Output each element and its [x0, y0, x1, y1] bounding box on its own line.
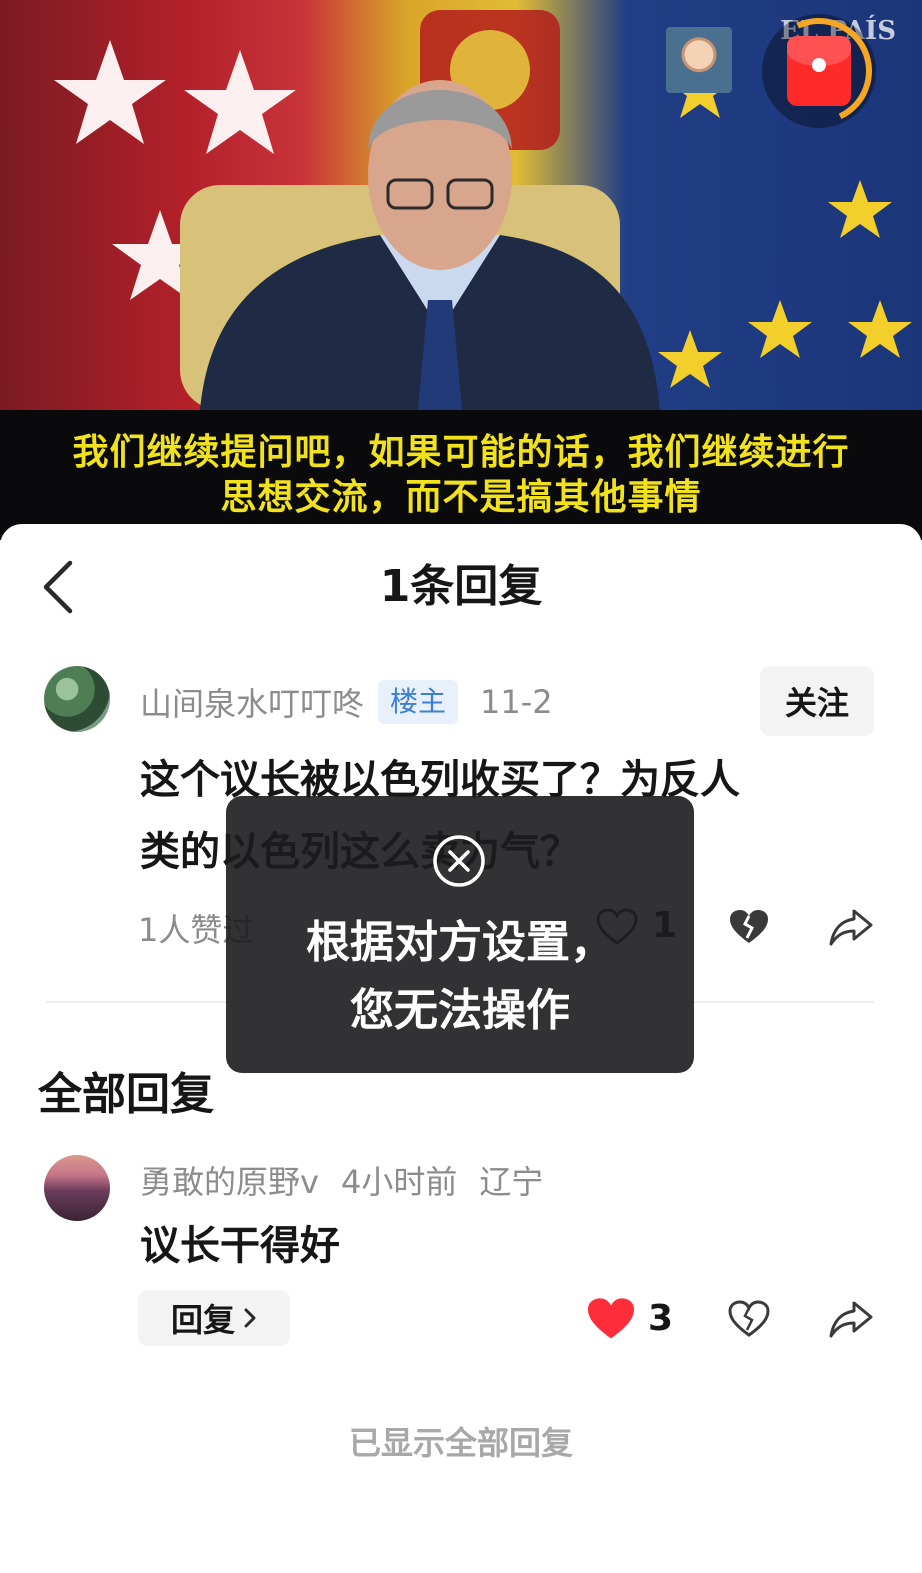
subtitle-line-2: 思想交流，而不是搞其他事情 — [220, 477, 702, 518]
reply-time: 4小时前 — [340, 1163, 458, 1201]
reply-button[interactable]: 回复 — [138, 1290, 290, 1346]
avatar[interactable] — [44, 1155, 110, 1221]
chevron-right-icon — [244, 1308, 256, 1328]
dislike-button[interactable] — [726, 904, 772, 950]
creator-mini-avatar[interactable] — [666, 27, 732, 93]
all-replies-shown-note: 已显示全部回复 — [348, 1424, 573, 1462]
broken-heart-outline-icon — [728, 1300, 770, 1337]
share-arrow-icon — [829, 1301, 873, 1338]
comment-meta: 山间泉水叮叮咚 楼主 11-2 — [140, 680, 553, 724]
follow-button[interactable]: 关注 — [760, 666, 874, 736]
reply-text[interactable]: 议长干得好 — [140, 1210, 880, 1282]
heart-filled-icon — [588, 1298, 634, 1339]
video-player[interactable]: 我们继续提问吧，如果可能的话，我们继续进行 思想交流，而不是搞其他事情 EL P… — [0, 0, 922, 540]
toast-line-1: 根据对方设置， — [306, 917, 614, 968]
page-title: 1条回复 — [379, 561, 543, 612]
like-button[interactable] — [584, 1294, 638, 1344]
username[interactable]: 山间泉水叮叮咚 — [140, 679, 364, 725]
red-packet-button[interactable] — [751, 3, 887, 139]
dislike-button[interactable] — [726, 1296, 772, 1342]
broken-heart-icon — [730, 910, 768, 943]
op-badge: 楼主 — [378, 680, 459, 724]
avatar[interactable] — [44, 666, 110, 732]
toast-message: 根据对方设置， 您无法操作 — [226, 796, 694, 1073]
share-button[interactable] — [826, 1296, 876, 1342]
username[interactable]: 勇敢的原野v — [140, 1157, 319, 1203]
reply-location: 辽宁 — [479, 1163, 544, 1201]
like-count: 3 — [648, 1298, 674, 1339]
toast-line-2: 您无法操作 — [350, 985, 570, 1036]
red-packet-icon — [787, 36, 851, 106]
section-title: 全部回复 — [38, 1069, 214, 1120]
reply-meta: 勇敢的原野v 4小时前 辽宁 — [140, 1158, 543, 1202]
share-arrow-icon — [829, 909, 873, 946]
reply-label: 回复 — [170, 1301, 235, 1339]
close-circle-icon[interactable] — [432, 834, 486, 888]
share-button[interactable] — [826, 904, 876, 950]
comment-date: 11-2 — [480, 683, 553, 721]
